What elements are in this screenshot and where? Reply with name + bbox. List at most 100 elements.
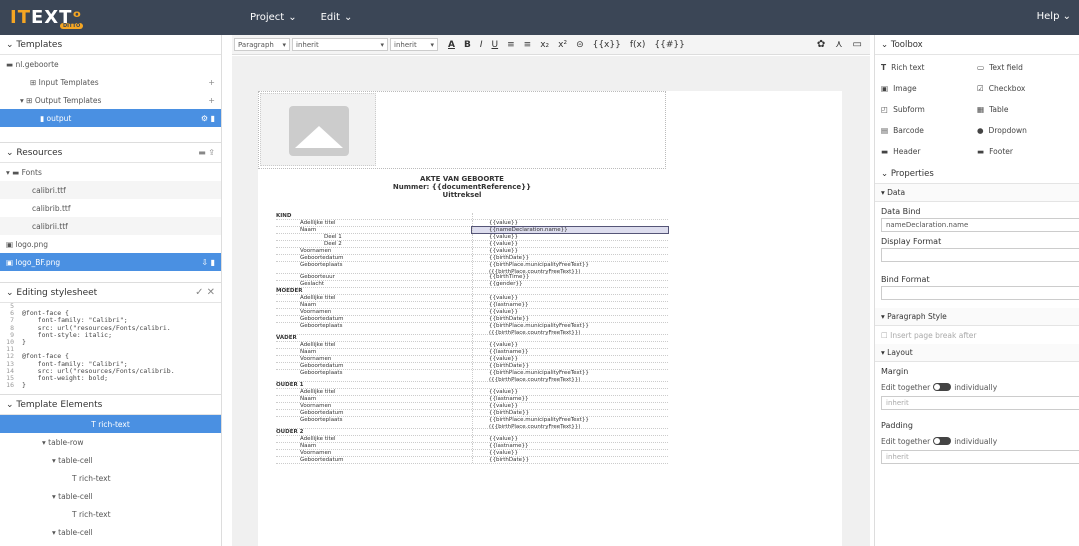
table-row[interactable]: Naam {{lastname}} xyxy=(276,302,668,309)
tree-icon[interactable]: ⋏ xyxy=(835,39,842,50)
element-node[interactable]: T rich-text xyxy=(0,415,221,433)
tool-subform[interactable]: ◰ Subform xyxy=(881,99,977,120)
row-value[interactable]: {{birthDate}} xyxy=(472,410,668,416)
tree-input-templates[interactable]: ⊞ Input Templates + xyxy=(0,73,221,91)
element-node[interactable]: ▾ table-cell xyxy=(0,523,221,541)
tree-root[interactable]: ▬ nl.geboorte xyxy=(0,55,221,73)
table-row[interactable]: Voornamen {{value}} xyxy=(276,403,668,410)
tool-footer[interactable]: ▬ Footer xyxy=(977,141,1073,162)
row-value[interactable]: {{lastname}} xyxy=(472,349,668,355)
table-row[interactable]: Geboortedatum {{birthDate}} xyxy=(276,410,668,417)
row-value[interactable] xyxy=(472,288,668,294)
row-value[interactable] xyxy=(472,213,668,219)
elements-header[interactable]: ⌄ Template Elements xyxy=(0,395,221,415)
insert-function-button[interactable]: f(x) xyxy=(630,40,646,50)
table-row[interactable]: Naam {{lastname}} xyxy=(276,349,668,356)
bind-format-input[interactable] xyxy=(881,286,1079,300)
table-row[interactable]: OUDER 2 xyxy=(276,429,668,436)
tool-dropdown[interactable]: ● Dropdown xyxy=(977,120,1073,141)
superscript-button[interactable]: x² xyxy=(558,40,567,50)
tree-output-templates[interactable]: ▾ ⊞ Output Templates + xyxy=(0,91,221,109)
table-row[interactable]: Adellijke titel {{value}} xyxy=(276,295,668,302)
row-value[interactable]: {{birthDate}} xyxy=(472,255,668,261)
row-value[interactable]: {{value}} xyxy=(472,309,668,315)
row-value[interactable]: {{value}} xyxy=(472,248,668,254)
row-value[interactable]: {{value}} xyxy=(472,342,668,348)
table-row[interactable]: Naam {{nameDeclaration.name}} xyxy=(276,226,669,234)
table-row[interactable]: OUDER 1 xyxy=(276,382,668,389)
row-value[interactable]: {{value}} xyxy=(472,436,668,442)
row-value[interactable]: {{birthPlace.municipalityFreeText}} ({{b… xyxy=(472,370,668,383)
font-file[interactable]: calibri.ttf xyxy=(0,181,221,199)
tree-output[interactable]: ▮ output ⚙ ▮ xyxy=(0,109,221,127)
tool-text-field[interactable]: ▭ Text field xyxy=(977,57,1073,78)
layout-section[interactable]: ▾ Layout xyxy=(875,344,1079,362)
row-value[interactable]: {{value}} xyxy=(472,234,668,240)
table-row[interactable]: Geboorteplaats {{birthPlace.municipalityF… xyxy=(276,262,668,275)
row-value[interactable]: {{birthDate}} xyxy=(472,363,668,369)
row-value[interactable]: {{lastname}} xyxy=(472,302,668,308)
table-row[interactable]: Geslacht {{gender}} xyxy=(276,281,668,288)
folder-upload-icons[interactable]: ▬ ⇪ xyxy=(198,148,215,157)
tool-table[interactable]: ▦ Table xyxy=(977,99,1073,120)
plus-icon[interactable]: + xyxy=(208,78,215,87)
table-row[interactable]: Deel 1 {{value}} xyxy=(276,234,668,241)
padding-input[interactable]: inherit xyxy=(881,450,1079,464)
fonts-folder[interactable]: ▾ ▬ Fonts xyxy=(0,163,221,181)
table-row[interactable]: Adellijke titel {{value}} xyxy=(276,436,668,443)
font-file[interactable]: calibrib.ttf xyxy=(0,199,221,217)
link-button[interactable]: ⊝ xyxy=(576,40,584,50)
padding-toggle[interactable] xyxy=(933,437,952,445)
table-row[interactable]: Voornamen {{value}} xyxy=(276,450,668,457)
tool-image[interactable]: ▣ Image xyxy=(881,78,977,99)
row-value[interactable]: {{gender}} xyxy=(472,281,668,287)
palette-icon[interactable]: ✿ xyxy=(817,39,825,50)
table-row[interactable]: Geboortedatum {{birthDate}} xyxy=(276,316,668,323)
plus-icon[interactable]: + xyxy=(208,96,215,105)
size-select[interactable]: inherit ▾ xyxy=(390,38,438,51)
menu-project[interactable]: Project ⌄ xyxy=(250,12,297,23)
doc-heading[interactable]: AKTE VAN GEBOORTE Nummer: {{documentRefe… xyxy=(258,175,666,199)
data-table[interactable]: KIND Adellijke titel {{value}} Naam {{nameDe… xyxy=(276,213,669,464)
properties-header[interactable]: ⌄ Properties xyxy=(875,164,1079,184)
row-value[interactable]: {{birthPlace.municipalityFreeText}} ({{b… xyxy=(472,417,668,430)
table-row[interactable]: KIND xyxy=(276,213,668,220)
underline-button[interactable]: U xyxy=(492,40,499,50)
table-row[interactable]: Naam {{lastname}} xyxy=(276,396,668,403)
insert-loop-button[interactable]: {{#}} xyxy=(654,40,684,50)
row-value[interactable]: {{value}} xyxy=(472,356,668,362)
data-section[interactable]: ▾ Data xyxy=(875,184,1079,202)
table-row[interactable]: Geboortedatum {{birthDate}} xyxy=(276,363,668,370)
data-bind-input[interactable]: nameDeclaration.name xyxy=(881,218,1079,232)
table-row[interactable]: Adellijke titel {{value}} xyxy=(276,342,668,349)
page-break-checkbox[interactable]: ☐ Insert page break after xyxy=(875,326,1079,344)
row-value[interactable]: {{value}} xyxy=(472,220,668,226)
row-value[interactable]: {{birthDate}} xyxy=(472,457,668,463)
row-value[interactable]: {{lastname}} xyxy=(472,396,668,402)
templates-header[interactable]: ⌄ Templates xyxy=(0,35,221,55)
element-node[interactable]: T rich-text xyxy=(0,469,221,487)
image-file[interactable]: ▣ logo.png xyxy=(0,235,221,253)
element-node[interactable]: ▾ table-cell xyxy=(0,487,221,505)
table-row[interactable]: Naam {{lastname}} xyxy=(276,443,668,450)
row-value[interactable] xyxy=(472,382,668,388)
table-row[interactable]: Deel 2 {{value}} xyxy=(276,241,668,248)
padding-toggle-row[interactable]: Edit together individually xyxy=(875,432,1079,450)
display-format-input[interactable] xyxy=(881,248,1079,262)
row-value[interactable]: {{nameDeclaration.name}} xyxy=(471,226,669,234)
numbered-list-button[interactable]: ≡ xyxy=(524,40,532,50)
table-row[interactable]: MOEDER xyxy=(276,288,668,295)
paragraph-select[interactable]: Paragraph ▾ xyxy=(234,38,290,51)
menu-edit[interactable]: Edit ⌄ xyxy=(321,12,353,23)
stylesheet-editor[interactable]: 5 6 7 8 9 10 11 12 13 14 15 16 @font-face { font-fa… xyxy=(0,303,221,395)
preview-icon[interactable]: ▭ xyxy=(853,39,862,50)
tool-header[interactable]: ▬ Header xyxy=(881,141,977,162)
element-node[interactable]: ▾ table-cell xyxy=(0,451,221,469)
row-value[interactable]: {{value}} xyxy=(472,403,668,409)
text-color-button[interactable]: A xyxy=(448,40,455,50)
check-close-icons[interactable]: ✓ ✕ xyxy=(195,287,215,298)
insert-variable-button[interactable]: {{x}} xyxy=(593,40,621,50)
table-row[interactable]: Geboorteplaats {{birthPlace.municipalityF… xyxy=(276,417,668,430)
gear-trash-icons[interactable]: ⚙ ▮ xyxy=(201,114,215,123)
row-value[interactable]: {{value}} xyxy=(472,450,668,456)
